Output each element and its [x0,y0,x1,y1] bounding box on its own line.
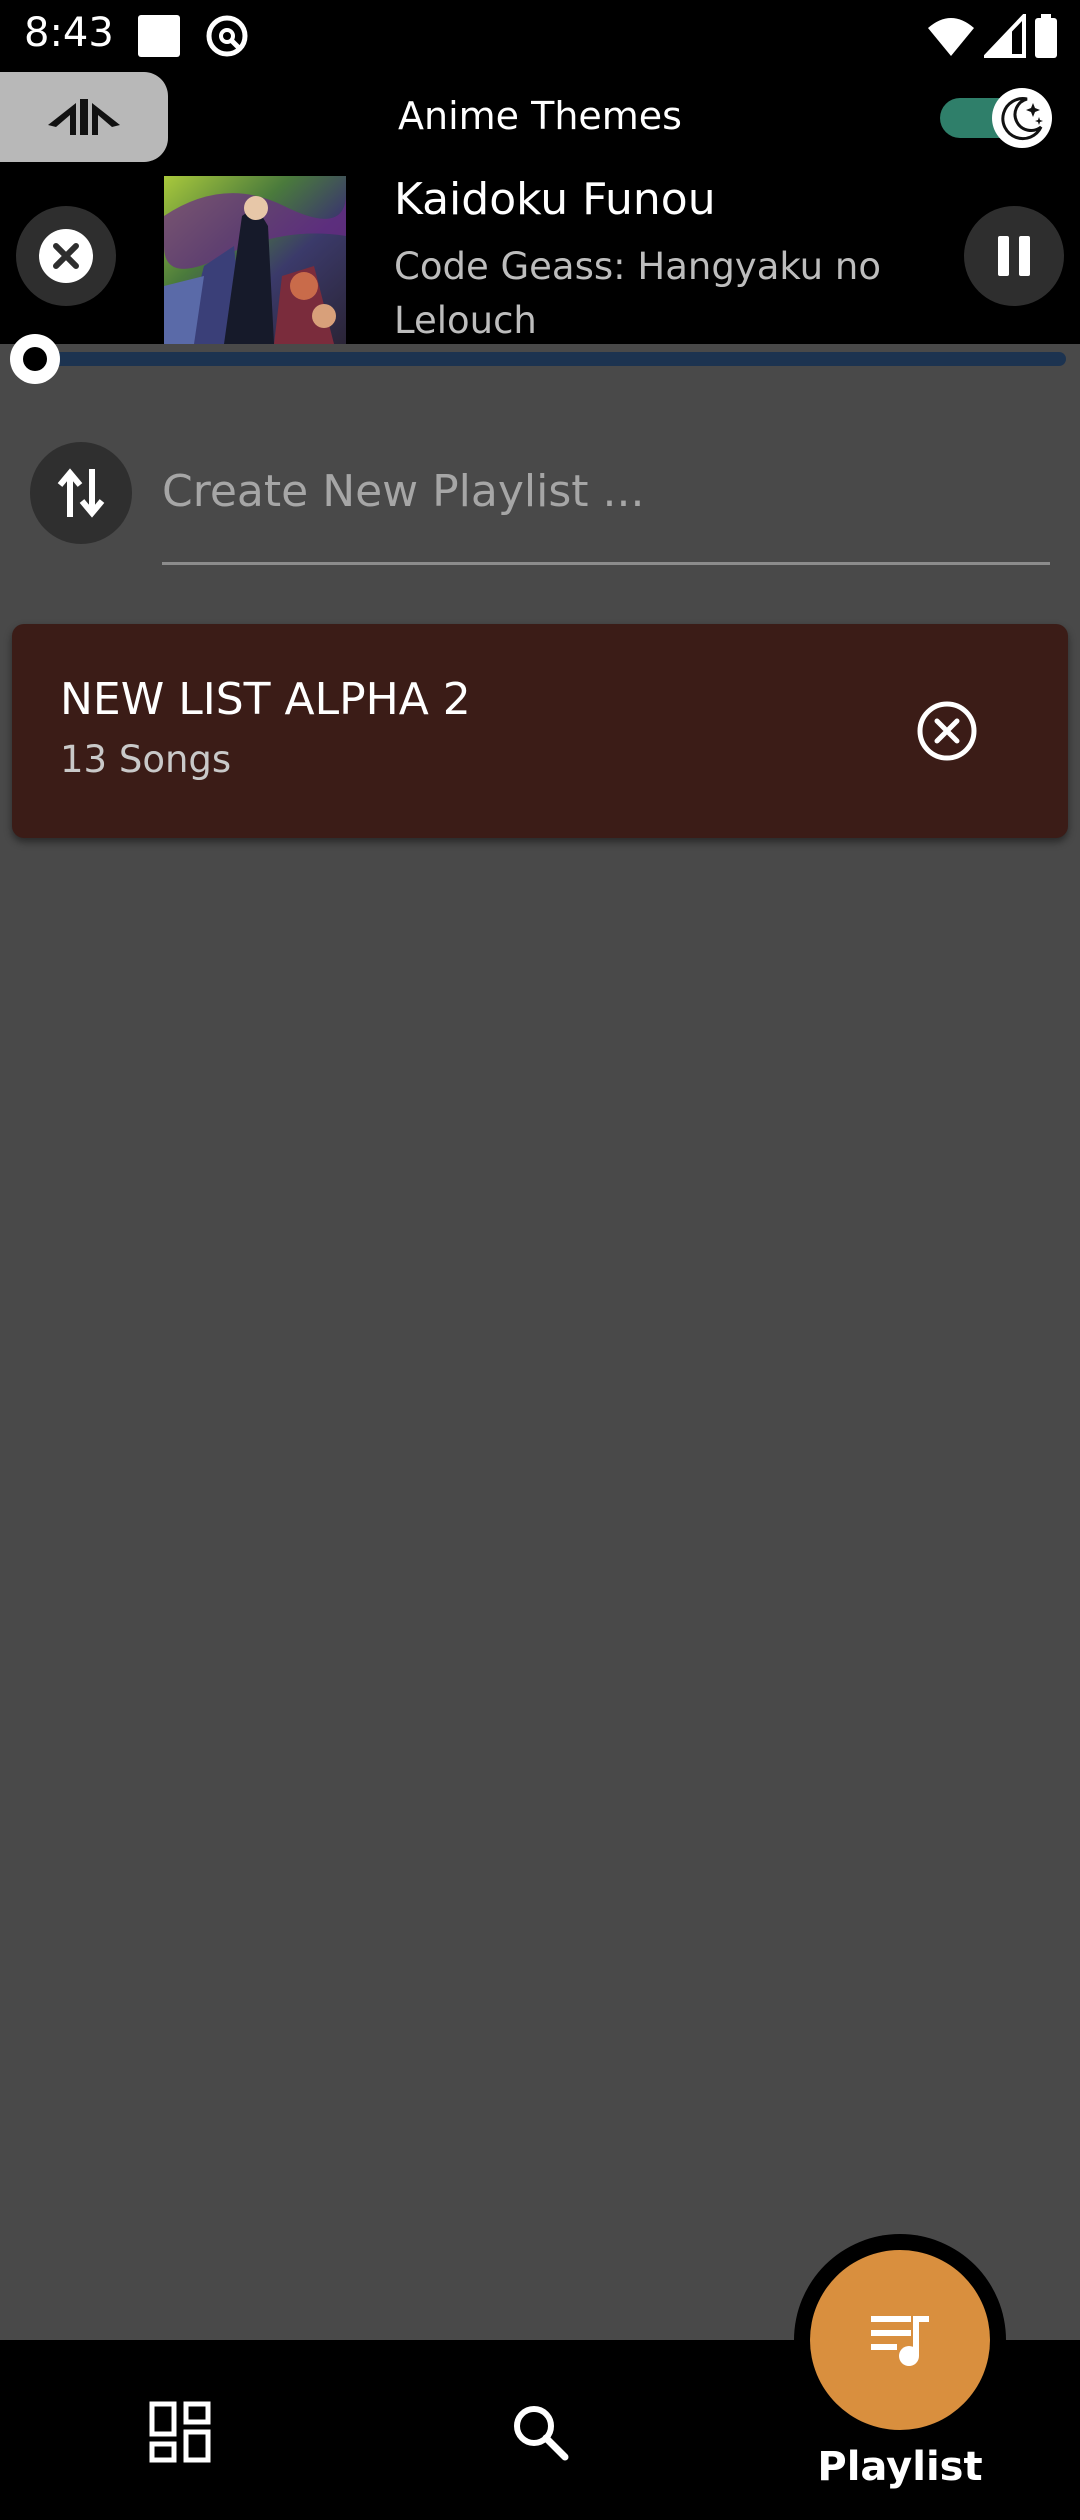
search-icon [514,2406,569,2461]
album-art [164,176,346,344]
nav-dashboard-button[interactable] [140,2392,220,2472]
song-subtitle: Code Geass: Hangyaku no Lelouch [394,245,881,342]
at-circle-icon [206,15,248,57]
playlist-card[interactable]: NEW LIST ALPHA 2 13 Songs [12,624,1068,838]
playlist-name: NEW LIST ALPHA 2 [60,674,471,725]
wifi-icon [928,18,974,56]
app-title: Anime Themes [398,94,682,138]
swap-vertical-icon [57,468,105,518]
toggle-knob [992,88,1052,148]
status-time: 8:43 [24,10,114,56]
delete-playlist-button[interactable] [912,696,982,766]
pause-icon [998,236,1030,276]
sort-playlists-button[interactable] [30,442,132,544]
create-playlist-input[interactable] [162,450,1050,565]
battery-icon [1035,14,1057,58]
nav-playlist-label[interactable]: Playlist [790,2444,1010,2490]
playlist-music-icon [871,2316,929,2366]
nav-playlist-button[interactable] [810,2250,990,2430]
close-circle-outline-icon [917,701,977,761]
nav-search-button[interactable] [500,2392,580,2472]
close-player-button[interactable] [16,206,116,306]
moon-stars-icon [1001,97,1043,141]
signal-icon [984,14,1026,58]
theme-toggle[interactable] [940,88,1054,148]
stop-square-icon [138,15,180,57]
progress-track[interactable] [20,352,1066,366]
progress-thumb[interactable] [10,334,60,384]
song-title[interactable]: Kaidoku Funou [394,174,716,225]
playlist-song-count: 13 Songs [60,738,232,781]
app-header: Anime Themes [0,72,1080,168]
close-icon [39,229,93,283]
dashboard-icon [149,2401,211,2463]
pause-button[interactable] [964,206,1064,306]
now-playing-bar: Kaidoku Funou Code Geass: Hangyaku no Le… [0,168,1080,344]
status-bar: 8:43 [0,0,1080,72]
